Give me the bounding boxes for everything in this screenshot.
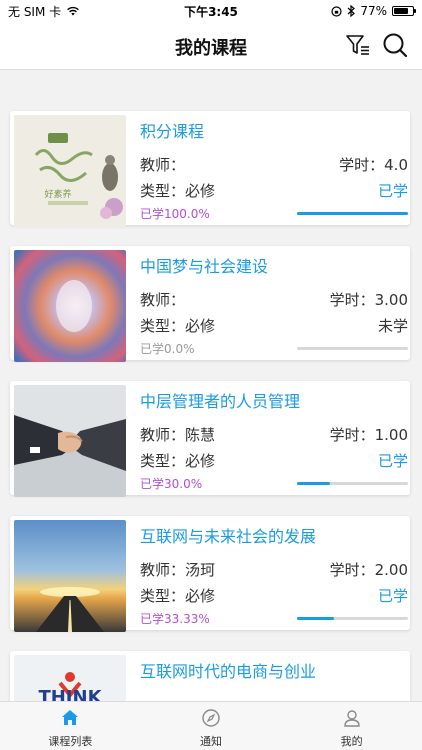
- progress-text: 已学33.33%: [140, 612, 210, 626]
- progress-bar: [297, 482, 408, 485]
- tab-label: 通知: [200, 735, 222, 748]
- progress-text: 已学100.0%: [140, 207, 210, 221]
- battery-icon: [392, 6, 416, 16]
- course-thumbnail: [14, 385, 126, 497]
- course-hours: 学时：3.00: [329, 291, 408, 309]
- course-thumbnail: 好素养: [14, 115, 126, 227]
- course-card[interactable]: 中层管理者的人员管理 教师：陈慧 学时：1.00 类型：必修 已学 已学30.0…: [10, 381, 410, 497]
- bluetooth-icon: [347, 5, 356, 17]
- course-card[interactable]: 中国梦与社会建设 教师： 学时：3.00 类型：必修 未学 已学0.0%: [10, 246, 410, 362]
- course-type: 类型：必修: [140, 317, 216, 335]
- wifi-icon: [67, 6, 80, 16]
- status-left: 无 SIM 卡: [8, 3, 80, 20]
- course-status: 未学: [377, 317, 408, 335]
- course-thumbnail: [14, 250, 126, 362]
- thumbnail-image: [14, 250, 126, 362]
- course-teacher: 教师：陈慧: [140, 426, 216, 444]
- course-teacher: 教师：: [140, 156, 186, 174]
- course-card[interactable]: 互联网与未来社会的发展 教师：汤珂 学时：2.00 类型：必修 已学 已学33.…: [10, 516, 410, 632]
- course-title: 中层管理者的人员管理: [140, 392, 301, 411]
- course-status: 已学: [377, 182, 408, 200]
- status-right: 77%: [331, 4, 416, 18]
- progress-bar-fill: [297, 212, 408, 215]
- carrier-label: 无 SIM 卡: [8, 4, 62, 19]
- course-status: 已学: [377, 587, 408, 605]
- course-type: 类型：必修: [140, 452, 216, 470]
- thumbnail-image: THINK: [14, 655, 126, 701]
- thumbnail-caption: THINK: [38, 687, 102, 701]
- tab-label: 课程列表: [48, 735, 93, 748]
- thumbnail-image: 好素养: [14, 115, 126, 227]
- course-status: 已学: [377, 452, 408, 470]
- progress-bar: [297, 617, 408, 620]
- progress-text: 已学0.0%: [140, 342, 195, 356]
- thumbnail-image: [14, 520, 126, 632]
- home-icon: [62, 710, 79, 725]
- course-teacher: 教师：汤珂: [140, 561, 216, 579]
- course-thumbnail: THINK: [14, 655, 126, 701]
- course-title: 互联网与未来社会的发展: [140, 527, 317, 546]
- tab-bar: 课程列表 通知 我的: [0, 701, 422, 750]
- thumbnail-caption: 好素养: [44, 188, 71, 200]
- search-icon[interactable]: [380, 30, 410, 60]
- rotation-lock-icon: [331, 5, 342, 17]
- course-title: 中国梦与社会建设: [140, 257, 269, 276]
- compass-icon: [202, 709, 220, 727]
- tab-course-list[interactable]: 课程列表: [0, 702, 141, 750]
- tab-notifications[interactable]: 通知: [141, 702, 282, 750]
- course-thumbnail: [14, 520, 126, 632]
- progress-bar: [297, 212, 408, 215]
- status-bar: 无 SIM 卡 下午3:45 77%: [0, 0, 422, 22]
- app-screen: 无 SIM 卡 下午3:45 77% 我的课程 好素养 积分课程 教师： 学时：…: [0, 0, 422, 750]
- tab-me[interactable]: 我的: [281, 702, 422, 750]
- course-list[interactable]: 好素养 积分课程 教师： 学时：4.0 类型：必修 已学 已学100.0% 中国…: [0, 71, 422, 701]
- course-type: 类型：必修: [140, 182, 216, 200]
- user-icon: [343, 710, 360, 727]
- course-type: 类型：必修: [140, 587, 216, 605]
- progress-bar: [297, 347, 408, 350]
- course-teacher: 教师：: [140, 291, 186, 309]
- battery-percent: 77%: [360, 4, 387, 18]
- tab-label: 我的: [340, 735, 363, 748]
- course-hours: 学时：2.00: [329, 561, 408, 579]
- progress-bar-fill: [297, 617, 334, 620]
- progress-bar-fill: [297, 482, 331, 485]
- filter-icon[interactable]: [344, 32, 372, 58]
- course-hours: 学时：4.0: [339, 156, 408, 174]
- progress-text: 已学30.0%: [140, 477, 203, 491]
- course-hours: 学时：1.00: [329, 426, 408, 444]
- course-title: 互联网时代的电商与创业: [140, 662, 317, 681]
- thumbnail-image: [14, 385, 126, 497]
- course-card[interactable]: 好素养 积分课程 教师： 学时：4.0 类型：必修 已学 已学100.0%: [10, 111, 410, 227]
- navigation-bar: 我的课程: [0, 22, 422, 70]
- course-title: 积分课程: [140, 122, 205, 141]
- course-card[interactable]: THINK 互联网时代的电商与创业: [10, 651, 410, 701]
